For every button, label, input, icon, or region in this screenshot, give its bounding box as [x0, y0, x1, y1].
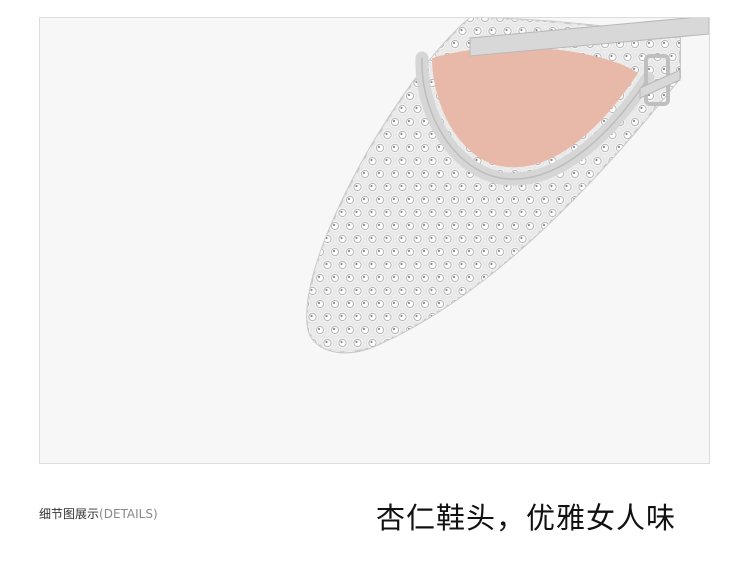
headline: 杏仁鞋头，优雅女人味 [376, 501, 677, 535]
caption-row: 细节图展示(DETAILS) 杏仁鞋头，优雅女人味 [39, 495, 710, 535]
section-label-main: 细节图展示 [39, 507, 100, 521]
shoe-illustration [306, 18, 709, 354]
product-photo [39, 17, 710, 464]
section-label-sub: (DETAILS) [99, 507, 158, 521]
section-label: 细节图展示(DETAILS) [39, 505, 158, 522]
